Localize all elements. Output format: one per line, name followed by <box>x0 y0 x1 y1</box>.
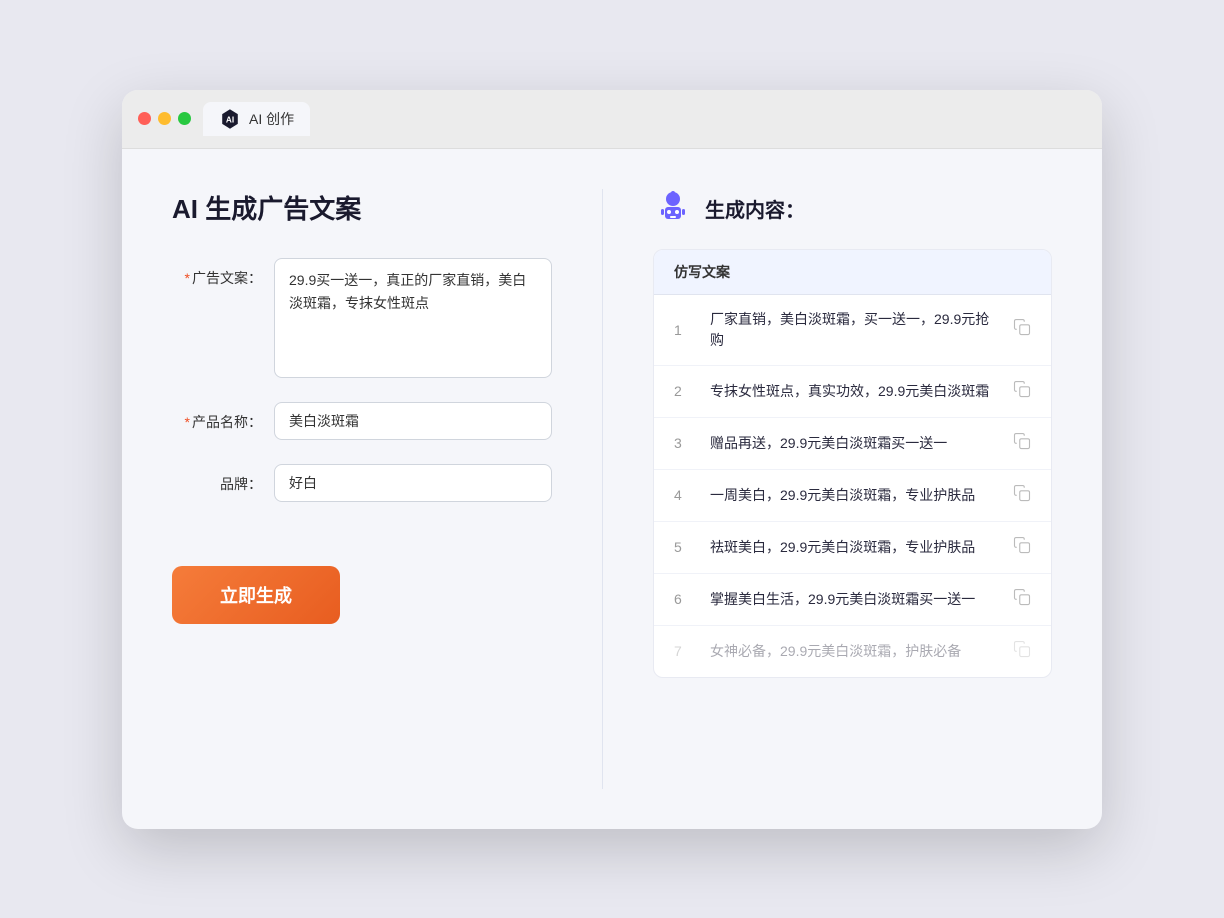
result-row: 5 祛斑美白，29.9元美白淡斑霜，专业护肤品 <box>654 522 1051 574</box>
result-table: 仿写文案 1 厂家直销，美白淡斑霜，买一送一，29.9元抢购 2 专抹女性斑点，真实功… <box>653 249 1052 678</box>
label-product-name: 产品名称： <box>172 402 262 432</box>
row-number: 4 <box>674 487 694 503</box>
result-header: 生成内容： <box>653 189 1052 229</box>
result-row: 6 掌握美白生活，29.9元美白淡斑霜买一送一 <box>654 574 1051 626</box>
ai-tab-icon: AI <box>219 108 241 130</box>
tab-ai-creation[interactable]: AI AI 创作 <box>203 102 310 136</box>
row-number: 6 <box>674 591 694 607</box>
row-number: 2 <box>674 383 694 399</box>
tab-label: AI 创作 <box>249 109 294 129</box>
result-table-header: 仿写文案 <box>654 250 1051 295</box>
browser-window: AI AI 创作 AI 生成广告文案 广告文案： 29.9买一送一，真正的厂家直… <box>122 90 1102 829</box>
traffic-light-maximize[interactable] <box>178 112 191 125</box>
row-text: 专抹女性斑点，真实功效，29.9元美白淡斑霜 <box>710 381 997 402</box>
row-text: 赠品再送，29.9元美白淡斑霜买一送一 <box>710 433 997 454</box>
result-row: 2 专抹女性斑点，真实功效，29.9元美白淡斑霜 <box>654 366 1051 418</box>
input-ad-copy[interactable]: 29.9买一送一，真正的厂家直销，美白淡斑霜，专抹女性斑点 <box>274 258 552 378</box>
form-group-ad-copy: 广告文案： 29.9买一送一，真正的厂家直销，美白淡斑霜，专抹女性斑点 <box>172 258 552 378</box>
form-group-product-name: 产品名称： <box>172 402 552 440</box>
panel-divider <box>602 189 603 789</box>
right-panel: 生成内容： 仿写文案 1 厂家直销，美白淡斑霜，买一送一，29.9元抢购 2 专抹女性… <box>653 189 1052 789</box>
row-number: 1 <box>674 322 694 338</box>
left-panel: AI 生成广告文案 广告文案： 29.9买一送一，真正的厂家直销，美白淡斑霜，专… <box>172 189 552 789</box>
copy-icon[interactable] <box>1013 588 1031 611</box>
traffic-lights <box>138 112 191 125</box>
copy-icon[interactable] <box>1013 640 1031 663</box>
copy-icon[interactable] <box>1013 536 1031 559</box>
copy-icon[interactable] <box>1013 380 1031 403</box>
row-text: 一周美白，29.9元美白淡斑霜，专业护肤品 <box>710 485 997 506</box>
result-rows-container: 1 厂家直销，美白淡斑霜，买一送一，29.9元抢购 2 专抹女性斑点，真实功效，29.… <box>654 295 1051 677</box>
row-text: 祛斑美白，29.9元美白淡斑霜，专业护肤品 <box>710 537 997 558</box>
generate-button[interactable]: 立即生成 <box>172 566 340 624</box>
label-ad-copy: 广告文案： <box>172 258 262 288</box>
copy-icon[interactable] <box>1013 318 1031 341</box>
input-brand[interactable] <box>274 464 552 502</box>
row-number: 7 <box>674 643 694 659</box>
result-row: 7 女神必备，29.9元美白淡斑霜，护肤必备 <box>654 626 1051 677</box>
row-text: 女神必备，29.9元美白淡斑霜，护肤必备 <box>710 641 997 662</box>
browser-content: AI 生成广告文案 广告文案： 29.9买一送一，真正的厂家直销，美白淡斑霜，专… <box>122 149 1102 829</box>
row-text: 厂家直销，美白淡斑霜，买一送一，29.9元抢购 <box>710 309 997 351</box>
traffic-light-close[interactable] <box>138 112 151 125</box>
copy-icon[interactable] <box>1013 432 1031 455</box>
row-number: 5 <box>674 539 694 555</box>
form-group-brand: 品牌： <box>172 464 552 502</box>
result-row: 3 赠品再送，29.9元美白淡斑霜买一送一 <box>654 418 1051 470</box>
result-row: 1 厂家直销，美白淡斑霜，买一送一，29.9元抢购 <box>654 295 1051 366</box>
result-row: 4 一周美白，29.9元美白淡斑霜，专业护肤品 <box>654 470 1051 522</box>
robot-icon <box>653 189 693 229</box>
copy-icon[interactable] <box>1013 484 1031 507</box>
input-product-name[interactable] <box>274 402 552 440</box>
row-text: 掌握美白生活，29.9元美白淡斑霜买一送一 <box>710 589 997 610</box>
titlebar: AI AI 创作 <box>122 90 1102 149</box>
svg-text:AI: AI <box>226 115 234 124</box>
page-title: AI 生成广告文案 <box>172 189 552 226</box>
label-brand: 品牌： <box>172 464 262 494</box>
result-title: 生成内容： <box>705 194 805 223</box>
row-number: 3 <box>674 435 694 451</box>
traffic-light-minimize[interactable] <box>158 112 171 125</box>
